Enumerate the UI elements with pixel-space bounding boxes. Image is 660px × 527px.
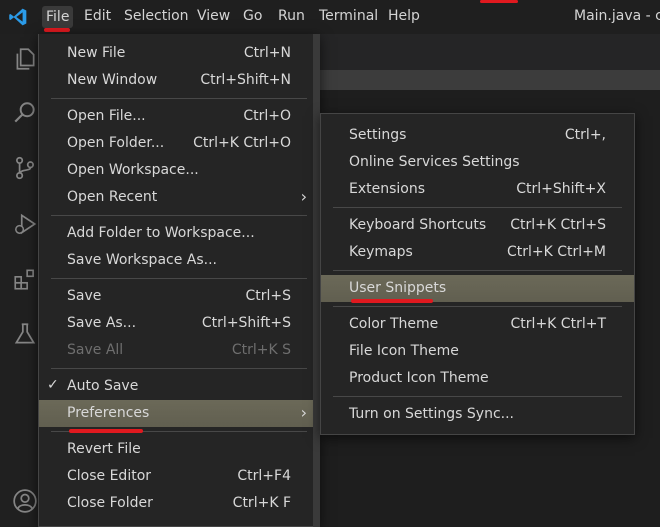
menu-selection[interactable]: Selection — [124, 8, 189, 24]
menu-item-save-as[interactable]: Save As... Ctrl+Shift+S — [39, 310, 319, 337]
menu-item-save-all: Save All Ctrl+K S — [67, 342, 291, 358]
menu-item-new-file[interactable]: New File Ctrl+N — [39, 40, 319, 67]
menu-go[interactable]: Go — [243, 8, 262, 24]
chevron-right-icon: › — [300, 403, 307, 422]
menu-item-open-file[interactable]: Open File... Ctrl+O — [39, 103, 319, 130]
menu-item-auto-save[interactable]: ✓ Auto Save — [39, 373, 319, 400]
menu-item-open-workspace[interactable]: Open Workspace... — [39, 157, 319, 184]
menu-item-settings[interactable]: Settings Ctrl+, — [321, 122, 634, 149]
menu-terminal[interactable]: Terminal — [319, 8, 378, 24]
menu-item-save[interactable]: Save Ctrl+S — [39, 283, 319, 310]
menu-file[interactable]: File — [42, 6, 74, 28]
menu-edit[interactable]: Edit — [84, 8, 111, 24]
menu-item-keyboard-shortcuts[interactable]: Keyboard Shortcuts Ctrl+K Ctrl+S — [321, 212, 634, 239]
menu-separator — [333, 270, 622, 271]
checkmark-icon: ✓ — [47, 377, 59, 393]
menu-item-color-theme[interactable]: Color Theme Ctrl+K Ctrl+T — [321, 311, 634, 338]
menu-run[interactable]: Run — [278, 8, 305, 24]
menu-item-keymaps[interactable]: Keymaps Ctrl+K Ctrl+M — [321, 239, 634, 266]
menu-separator — [51, 368, 307, 369]
source-control-icon[interactable] — [12, 155, 38, 181]
menu-item-online-services-settings[interactable]: Online Services Settings — [321, 149, 634, 176]
menu-item-preferences[interactable]: Preferences › — [39, 400, 319, 427]
annotation-mark — [480, 0, 518, 3]
search-icon[interactable] — [12, 100, 38, 126]
title-bar: File Edit Selection View Go Run Terminal… — [0, 0, 660, 34]
menu-separator — [333, 306, 622, 307]
window-title: Main.java - cp - — [574, 8, 660, 24]
menu-separator — [51, 278, 307, 279]
preferences-underline-annotation — [69, 429, 143, 433]
testing-flask-icon[interactable] — [12, 321, 38, 347]
vscode-logo-icon[interactable] — [8, 7, 28, 27]
preferences-submenu: Settings Ctrl+, Online Services Settings … — [320, 113, 635, 435]
file-underline-annotation — [44, 28, 70, 32]
user-snippets-underline-annotation — [351, 299, 433, 303]
menu-item-close-editor[interactable]: Close Editor Ctrl+F4 — [39, 463, 319, 490]
menu-item-file-icon-theme[interactable]: File Icon Theme — [321, 338, 634, 365]
menu-item-save-workspace-as[interactable]: Save Workspace As... — [39, 247, 319, 274]
menu-view[interactable]: View — [197, 8, 230, 24]
menu-separator — [51, 98, 307, 99]
menu-item-open-recent[interactable]: Open Recent › — [39, 184, 319, 211]
menu-item-revert-file[interactable]: Revert File — [39, 436, 319, 463]
account-icon[interactable] — [12, 488, 38, 514]
menu-scrollbar[interactable] — [313, 34, 320, 527]
menu-item-user-snippets[interactable]: User Snippets — [321, 275, 634, 302]
menu-separator — [333, 207, 622, 208]
menu-item-open-folder[interactable]: Open Folder... Ctrl+K Ctrl+O — [39, 130, 319, 157]
menu-separator — [333, 396, 622, 397]
run-debug-icon[interactable] — [12, 211, 38, 237]
file-menu: New File Ctrl+N New Window Ctrl+Shift+N Op… — [38, 34, 320, 527]
explorer-icon[interactable] — [12, 46, 38, 72]
menu-item-add-folder-to-workspace[interactable]: Add Folder to Workspace... — [39, 220, 319, 247]
chevron-right-icon: › — [300, 187, 307, 206]
menu-item-turn-on-settings-sync[interactable]: Turn on Settings Sync... — [321, 401, 634, 428]
menu-separator — [51, 215, 307, 216]
menu-item-new-window[interactable]: New Window Ctrl+Shift+N — [39, 67, 319, 94]
menu-item-close-folder[interactable]: Close Folder Ctrl+K F — [39, 490, 319, 517]
menu-item-product-icon-theme[interactable]: Product Icon Theme — [321, 365, 634, 392]
menu-help[interactable]: Help — [388, 8, 420, 24]
menu-item-extensions[interactable]: Extensions Ctrl+Shift+X — [321, 176, 634, 203]
extensions-icon[interactable] — [12, 266, 38, 292]
